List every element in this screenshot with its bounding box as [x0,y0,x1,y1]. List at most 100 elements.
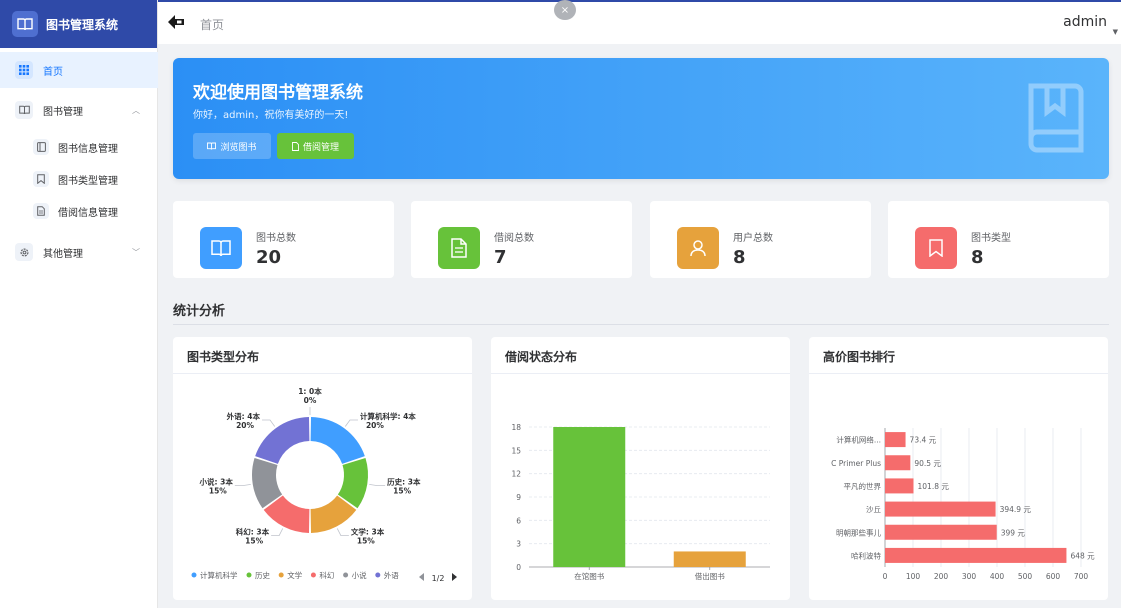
pie-slice [255,417,310,464]
pie-label-line [336,528,349,536]
bar-chart-panel: 借阅状态分布 0 3 6 9 12 15 18 在馆图书 借出图书 [491,337,790,600]
legend-item: 计算机科学 [200,570,238,580]
sidebar-item-borrow-info[interactable]: 借阅信息管理 [0,196,158,226]
x-tick-label: 200 [934,572,949,581]
x-tick-label: 700 [1074,572,1089,581]
book-icon [15,101,33,119]
pie-label: 科幻: 3本 [236,527,270,537]
legend-swatch [278,572,284,578]
y-tick-label: 计算机网络... [836,435,881,445]
legend-swatch [343,572,349,578]
sidebar: 图书管理系统 首页 图书管理 ︿ 图书信息管理 图书类型管理 借阅信息管理 其他… [0,0,158,608]
stat-value: 8 [733,247,746,268]
bar [885,478,914,494]
y-tick-label: 沙丘 [866,505,881,514]
sidebar-item-book-type[interactable]: 图书类型管理 [0,164,158,194]
stat-label: 用户总数 [733,233,773,244]
pie-label-pct: 15% [209,487,227,496]
stat-card-users[interactable]: 用户总数 8 [650,201,871,278]
y-tick-label: 平凡的世界 [844,481,882,491]
banner-subtitle: 你好，admin，祝你有美好的一天! [193,110,349,121]
pie-label-line [369,483,386,487]
borrow-management-button[interactable]: 借阅管理 [277,133,354,159]
chevron-up-icon: ︿ [132,105,140,115]
sidebar-item-label: 首页 [43,66,63,78]
y-tick-label: 哈利波特 [851,550,881,560]
bar-value-label: 394.9 元 [1000,505,1032,514]
pie-label-line [344,419,358,427]
stat-value: 8 [971,247,984,268]
close-tab-button[interactable]: × [554,0,576,20]
pie-label-pct: 15% [245,537,263,546]
pie-label-line [234,483,251,487]
legend-swatch [375,572,381,578]
user-name[interactable]: admin [1063,14,1107,30]
sidebar-item-home[interactable]: 首页 [0,52,158,88]
pie-label-line [262,419,276,427]
legend-prev-icon [419,573,424,581]
stat-value: 20 [256,247,282,268]
stat-card-borrows[interactable]: 借阅总数 7 [411,201,632,278]
sidebar-item-other[interactable]: 其他管理 ﹀ [0,234,158,270]
bar-value-label: 101.8 元 [918,482,950,491]
caret-down-icon[interactable]: ▼ [1113,28,1118,36]
gear-icon [15,243,33,261]
stat-card-types[interactable]: 图书类型 8 [888,201,1109,278]
pie-slice [310,417,365,464]
x-tick-label: 借出图书 [695,571,725,581]
stat-card-books[interactable]: 图书总数 20 [173,201,394,278]
bookmark-icon [33,171,49,187]
y-tick-label: 18 [511,423,521,432]
section-title: 统计分析 [173,304,226,319]
bar [673,551,746,567]
grid-icon [15,61,33,79]
y-tick-label: C Primer Plus [831,459,881,468]
x-tick-label: 600 [1046,572,1061,581]
bookmark-icon [915,227,957,269]
sidebar-item-label: 借阅信息管理 [58,207,118,219]
x-tick-label: 400 [990,572,1005,581]
book-icon [207,142,217,150]
sidebar-item-book-info[interactable]: 图书信息管理 [0,132,158,162]
pie-label: 文学: 3本 [351,527,385,537]
document-icon [292,141,299,151]
hbar-chart: 0 100 200 300 400 500 600 700 计算机网络... 73.4 元 C Pr… [831,428,1095,581]
y-tick-label: 0 [516,563,521,572]
legend-item: 文学 [287,570,302,580]
stat-label: 图书总数 [256,233,296,244]
top-header: 首页 admin ▼ [158,0,1121,44]
pie-label: 历史: 3本 [387,477,421,487]
x-tick-label: 100 [906,572,921,581]
sidebar-item-book-management[interactable]: 图书管理 ︿ [0,92,158,128]
banner-title: 欢迎使用图书管理系统 [193,83,363,103]
borrow-management-label: 借阅管理 [302,142,339,153]
pie-label: 小说: 3本 [199,477,233,487]
bar [553,427,626,567]
bar-value-label: 648 元 [1070,551,1095,560]
breadcrumb[interactable]: 首页 [200,16,224,33]
stat-label: 图书类型 [971,233,1011,244]
legend-swatch [191,572,197,578]
bar [885,501,996,517]
section-divider [173,324,1109,325]
y-tick-label: 3 [516,540,521,549]
legend-swatch [310,572,316,578]
legend-swatch [246,572,252,578]
legend-page: 1/2 [432,574,445,583]
pie-label: 计算机科学: 4本 [360,411,416,421]
x-tick-label: 0 [883,572,888,581]
book-icon [200,227,242,269]
x-tick-label: 在馆图书 [574,571,604,581]
book-watermark-icon [1028,83,1084,153]
bar [885,455,911,471]
browse-books-button[interactable]: 浏览图书 [193,133,271,159]
sidebar-item-label: 图书管理 [43,106,83,118]
legend-item: 小说 [352,570,367,580]
pie-chart-panel: 图书类型分布 计算机科学: 4本 20% 历史: 3本 15% 文学: 3本 15% 科幻:… [173,337,472,600]
bar-value-label: 399 元 [1001,528,1026,537]
sidebar-item-label: 图书信息管理 [58,143,118,155]
document-icon [438,227,480,269]
collapse-sidebar-icon[interactable] [166,13,186,35]
y-tick-label: 15 [511,446,521,455]
bar-value-label: 90.5 元 [914,459,941,468]
